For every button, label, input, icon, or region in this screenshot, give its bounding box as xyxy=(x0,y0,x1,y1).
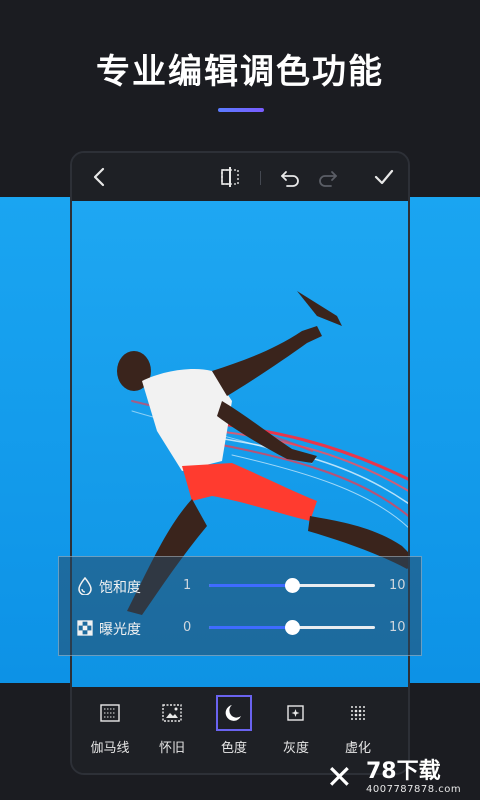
vintage-icon xyxy=(162,704,182,722)
exposure-label: 曝光度 xyxy=(99,622,141,638)
exposure-slider-fill xyxy=(209,626,292,629)
confirm-check-icon[interactable] xyxy=(372,165,396,189)
watermark-title: 78下载 xyxy=(366,759,441,784)
saturation-label: 饱和度 xyxy=(99,580,141,596)
tool-label: 虚化 xyxy=(344,741,371,756)
saturation-row: 饱和度 1 10 xyxy=(59,571,421,601)
compare-icon[interactable] xyxy=(218,165,242,189)
tool-grayscale[interactable]: 灰度 xyxy=(266,695,326,761)
undo-icon[interactable] xyxy=(278,165,302,189)
saturation-min: 1 xyxy=(183,578,192,593)
back-arrow-icon[interactable] xyxy=(88,165,112,189)
gamma-icon xyxy=(100,704,120,722)
watermark-subtitle: 4007787878.com xyxy=(366,784,462,795)
adjustment-panel: 饱和度 1 10 曝光度 0 10 xyxy=(58,556,422,656)
exposure-slider-thumb[interactable] xyxy=(285,620,300,635)
site-watermark: ✕ 78下载 4007787878.com xyxy=(326,760,476,798)
exposure-min: 0 xyxy=(183,620,192,635)
tool-gamma[interactable]: 伽马线 xyxy=(80,695,140,761)
grayscale-icon xyxy=(287,705,304,721)
phone-mockup: 伽马线 怀旧 色度 灰度 虚化 xyxy=(70,151,410,775)
tool-blur[interactable]: 虚化 xyxy=(328,695,388,761)
redo-icon[interactable] xyxy=(316,165,340,189)
tool-label: 伽马线 xyxy=(90,741,130,756)
exposure-slider[interactable] xyxy=(209,620,375,635)
page-headline: 专业编辑调色功能 xyxy=(96,52,384,92)
saturation-slider-fill xyxy=(209,584,292,587)
tool-label: 色度 xyxy=(220,741,247,756)
exposure-row: 曝光度 0 10 xyxy=(59,613,421,643)
tool-label: 怀旧 xyxy=(158,741,185,756)
moon-icon xyxy=(225,705,241,721)
watermark-logo-icon: ✕ xyxy=(326,758,353,796)
saturation-max: 10 xyxy=(389,578,406,593)
tool-label: 灰度 xyxy=(282,741,309,756)
editor-top-bar xyxy=(72,153,408,201)
tool-vintage[interactable]: 怀旧 xyxy=(142,695,202,761)
headline-underline xyxy=(218,108,264,112)
exposure-max: 10 xyxy=(389,620,406,635)
saturation-slider-thumb[interactable] xyxy=(285,578,300,593)
droplet-icon xyxy=(78,577,92,595)
blur-icon xyxy=(351,706,365,720)
saturation-slider[interactable] xyxy=(209,578,375,593)
toolbar-divider xyxy=(260,171,261,185)
tool-chroma[interactable]: 色度 xyxy=(204,695,264,761)
exposure-icon xyxy=(77,620,93,636)
